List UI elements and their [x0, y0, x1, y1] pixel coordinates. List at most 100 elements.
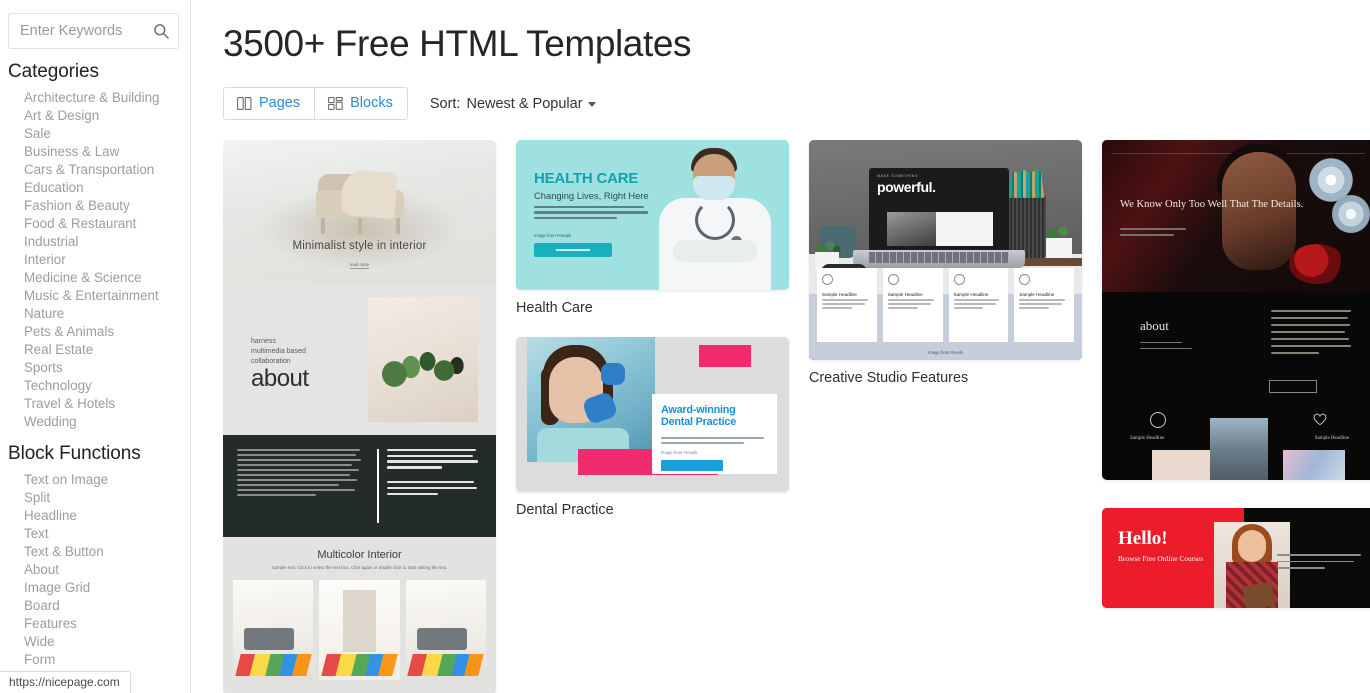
preview-hero: Minimalist style in interior read more — [223, 139, 496, 285]
preview-body-placeholder — [534, 205, 649, 223]
categories-heading: Categories — [8, 61, 99, 82]
gallery-caption: Sample Headline — [1130, 435, 1165, 441]
category-item-wedding[interactable]: Wedding — [24, 413, 190, 431]
blocks-icon — [328, 97, 343, 111]
search-icon[interactable] — [153, 23, 169, 39]
search-box[interactable] — [8, 13, 179, 49]
feature-card: Sample Headline — [948, 267, 1009, 342]
category-item-education[interactable]: Education — [24, 179, 190, 197]
sidebar: Categories Architecture & BuildingArt & … — [0, 0, 191, 693]
pages-button[interactable]: Pages — [224, 88, 315, 119]
category-item-real-estate[interactable]: Real Estate — [24, 341, 190, 359]
text-column-left — [237, 448, 365, 523]
feature-card: Sample Headline — [1014, 267, 1074, 342]
block-function-item-split[interactable]: Split — [24, 489, 190, 507]
preview-creative-studio: MAKE SOMETHING powerful. Sample Headline — [809, 139, 1082, 360]
sort-label: Sort: — [429, 95, 461, 112]
feature-card: Sample Headline — [882, 267, 943, 342]
categories-list: Architecture & Building Art & Design Sale B… — [0, 89, 190, 431]
template-thumbnail[interactable]: MAKE SOMETHING powerful. Sample Headline — [809, 139, 1082, 360]
preview-about-heading: about — [251, 364, 309, 392]
preview-subheading: Changing Lives, Right Here — [534, 189, 649, 201]
heart-icon — [1313, 413, 1327, 427]
status-bar-url: https://nicepage.com — [0, 671, 131, 693]
block-function-item-headline[interactable]: Headline — [24, 507, 190, 525]
template-card[interactable]: Hello! Browse Free Online Courses — [1102, 507, 1370, 617]
view-mode-group: Pages Blocks — [223, 87, 408, 120]
preview-hero: We Know Only Too Well That The Details. — [1102, 139, 1370, 292]
preview-hero-button: read more — [349, 261, 370, 269]
preview-multicolor-section: Multicolor Interior Sample text. Click t… — [223, 536, 496, 693]
preview-body-placeholder — [1277, 553, 1365, 574]
template-thumbnail[interactable]: Hello! Browse Free Online Courses — [1102, 507, 1370, 608]
block-function-item-wide[interactable]: Wide — [24, 633, 190, 651]
template-card-label: Creative Studio Features — [809, 369, 969, 386]
preview-body-placeholder — [1271, 309, 1353, 360]
category-item-sports[interactable]: Sports — [24, 359, 190, 377]
preview-credit: Image from Freepik — [534, 232, 572, 238]
template-card[interactable]: MAKE SOMETHING powerful. Sample Headline — [809, 139, 1082, 388]
category-item-interior[interactable]: Interior — [24, 251, 190, 269]
search-container — [0, 0, 190, 49]
armchair-illustration — [312, 168, 408, 234]
block-function-item-text-button[interactable]: Text & Button — [24, 543, 190, 561]
preview-cta-button — [1269, 379, 1317, 393]
category-item-medicine-science[interactable]: Medicine & Science — [24, 269, 190, 287]
gallery-photo — [1210, 417, 1268, 480]
text-column-right — [377, 448, 482, 523]
preview-heading: Hello! — [1118, 527, 1168, 549]
block-function-item-features[interactable]: Features — [24, 615, 190, 633]
template-thumbnail[interactable]: Minimalist style in interior read more h… — [223, 139, 496, 693]
category-item-business-law[interactable]: Business & Law — [24, 143, 190, 161]
pages-label: Pages — [259, 95, 301, 112]
block-function-item-image-grid[interactable]: Image Grid — [24, 579, 190, 597]
preview-heading: powerful. — [877, 178, 936, 195]
block-function-item-board[interactable]: Board — [24, 597, 190, 615]
feature-heading: Sample Headline — [887, 291, 923, 297]
category-item-architecture-building[interactable]: Architecture & Building — [24, 89, 190, 107]
category-item-industrial[interactable]: Industrial — [24, 233, 190, 251]
category-item-technology[interactable]: Technology — [24, 377, 190, 395]
block-function-item-text[interactable]: Text — [24, 525, 190, 543]
preview-credit: Image from Pexels — [928, 349, 963, 355]
category-item-art-design[interactable]: Art & Design — [24, 107, 190, 125]
preview-subheading: Browse Free Online Courses — [1118, 553, 1204, 563]
feature-card: Sample Headline — [817, 267, 877, 342]
template-card[interactable]: Minimalist style in interior read more h… — [223, 139, 496, 693]
category-item-sale[interactable]: Sale — [24, 125, 190, 143]
block-function-item-text-on-image[interactable]: Text on Image — [24, 471, 190, 489]
preview-health-care: HEALTH CARE Changing Lives, Right Here I… — [516, 139, 789, 290]
block-function-item-form[interactable]: Form — [24, 651, 190, 669]
feature-heading: Sample Headline — [953, 291, 989, 297]
page-root: Categories Architecture & BuildingArt & … — [0, 0, 1370, 693]
category-item-cars-transportation[interactable]: Cars & Transportation — [24, 161, 190, 179]
template-card-label: Dental Practice — [516, 501, 614, 518]
block-functions-list: Text on Image Split Headline Text Text & But… — [0, 471, 190, 687]
template-card[interactable]: HEALTH CARE Changing Lives, Right Here I… — [516, 139, 789, 318]
gallery-caption: Sample Headline — [1314, 435, 1349, 441]
category-item-music-entertainment[interactable]: Music & Entertainment — [24, 287, 190, 305]
main-content: 3500+ Free HTML Templates Pages Blocks S… — [191, 0, 1370, 693]
block-function-item-about[interactable]: About — [24, 561, 190, 579]
page-title: 3500+ Free HTML Templates — [223, 23, 692, 64]
category-item-pets-animals[interactable]: Pets & Animals — [24, 323, 190, 341]
feature-cards: Sample Headline Sample Headline Sample H… — [817, 267, 1074, 342]
template-thumbnail[interactable]: Award-winning Dental Practice Image from… — [516, 336, 789, 492]
category-item-nature[interactable]: Nature — [24, 305, 190, 323]
template-thumbnail[interactable]: We Know Only Too Well That The Details. … — [1102, 139, 1370, 480]
category-item-fashion-beauty[interactable]: Fashion & Beauty — [24, 197, 190, 215]
template-card[interactable]: Award-winning Dental Practice Image from… — [516, 336, 789, 520]
category-item-travel-hotels[interactable]: Travel & Hotels — [24, 395, 190, 413]
patient-photo — [527, 336, 655, 462]
preview-about-section: harness multimedia based collaboration abo… — [223, 284, 496, 435]
preview-credit: Image from Freepik — [661, 450, 698, 456]
template-grid: Minimalist style in interior read more h… — [223, 139, 1370, 693]
category-item-food-restaurant[interactable]: Food & Restaurant — [24, 215, 190, 233]
template-thumbnail[interactable]: HEALTH CARE Changing Lives, Right Here I… — [516, 139, 789, 290]
pink-accent-block — [699, 344, 751, 367]
sort-dropdown[interactable]: Newest & Popular — [466, 96, 596, 112]
blocks-button[interactable]: Blocks — [314, 88, 407, 119]
preview-heading: We Know Only Too Well That The Details. — [1120, 198, 1304, 210]
preview-dental-practice: Award-winning Dental Practice Image from… — [516, 336, 789, 492]
template-card[interactable]: We Know Only Too Well That The Details. … — [1102, 139, 1370, 489]
